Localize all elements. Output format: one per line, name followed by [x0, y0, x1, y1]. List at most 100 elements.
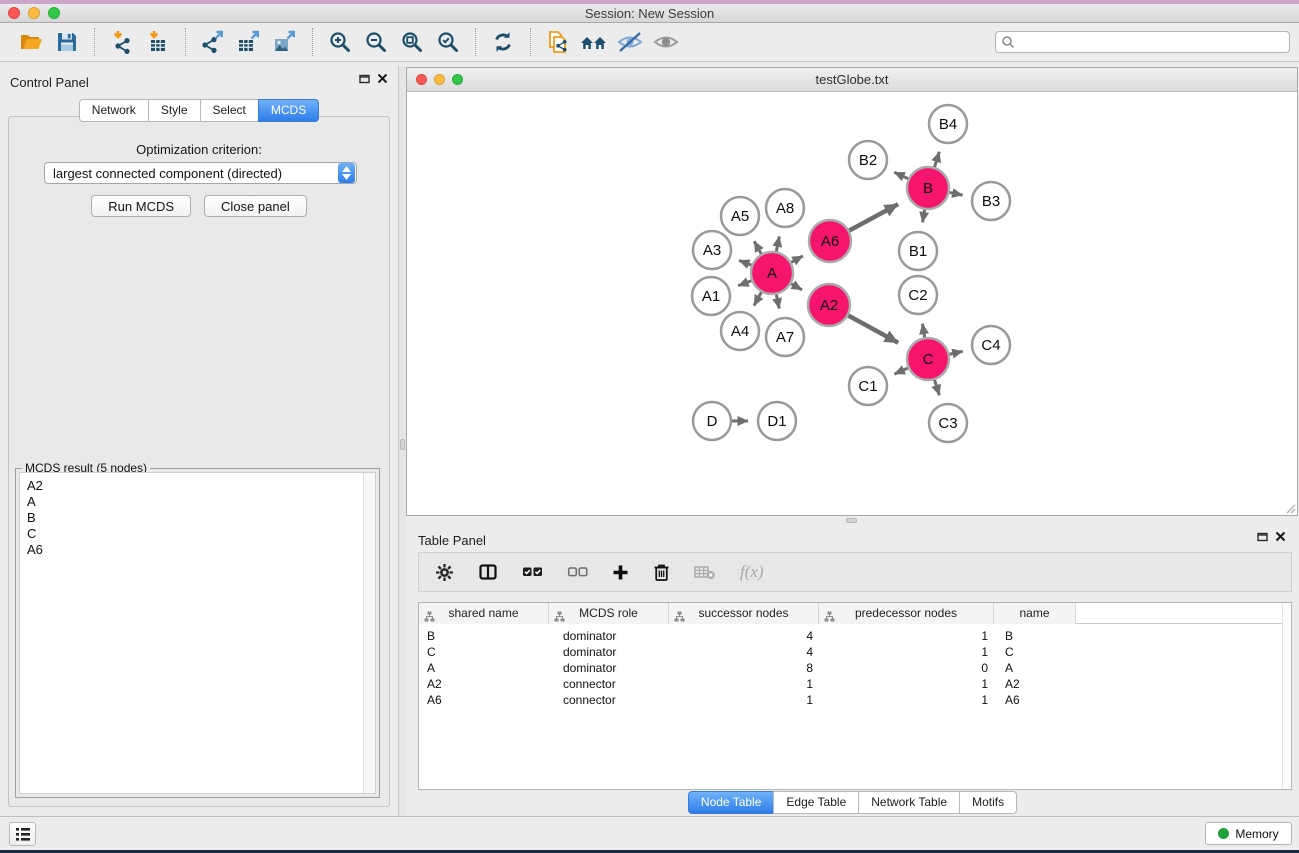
node-C4[interactable]: C4: [972, 326, 1010, 364]
hide-selected-button[interactable]: [612, 26, 648, 58]
tab-edge-table[interactable]: Edge Table: [773, 791, 859, 814]
edge-A-A2[interactable]: [791, 284, 802, 290]
node-B1[interactable]: B1: [899, 232, 937, 270]
zoom-fit-button[interactable]: [394, 26, 430, 58]
save-session-button[interactable]: [49, 26, 85, 58]
vertical-split-divider[interactable]: [399, 66, 406, 816]
zoom-selected-button[interactable]: [430, 26, 466, 58]
edge-A2-C[interactable]: [848, 316, 898, 343]
cell-predecessor-nodes[interactable]: 1: [819, 692, 994, 708]
divider-grabber[interactable]: [400, 439, 405, 450]
edge-B-B4[interactable]: [935, 152, 940, 167]
edge-A-A8[interactable]: [776, 236, 779, 251]
tab-network-table[interactable]: Network Table: [858, 791, 960, 814]
horizontal-split-divider[interactable]: [406, 516, 1299, 524]
network-canvas[interactable]: B4B2BB3B1A5A8A3A6AA1C2A4A7A2CC4C1C3DD1: [407, 92, 1297, 515]
search-input[interactable]: [1015, 33, 1289, 51]
cell-predecessor-nodes[interactable]: 0: [819, 660, 994, 676]
zoom-in-button[interactable]: [322, 26, 358, 58]
edge-B-B3[interactable]: [950, 192, 963, 195]
cell-successor-nodes[interactable]: 1: [669, 676, 819, 692]
edge-A-A6[interactable]: [791, 256, 803, 262]
table-row[interactable]: Bdominator41B: [419, 628, 1291, 644]
result-list-item[interactable]: C: [27, 526, 375, 542]
cell-MCDS-role[interactable]: dominator: [549, 644, 669, 660]
edge-C-C1[interactable]: [894, 368, 907, 374]
cell-MCDS-role[interactable]: dominator: [549, 628, 669, 644]
table-row[interactable]: A6connector11A6: [419, 692, 1291, 708]
table-row[interactable]: Adominator80A: [419, 660, 1291, 676]
edge-B-B2[interactable]: [894, 172, 908, 178]
node-A[interactable]: A: [751, 252, 793, 294]
result-list-item[interactable]: A2: [27, 478, 375, 494]
node-C1[interactable]: C1: [849, 367, 887, 405]
node-A5[interactable]: A5: [721, 197, 759, 235]
tab-select[interactable]: Select: [200, 99, 259, 122]
zoom-out-button[interactable]: [358, 26, 394, 58]
cell-successor-nodes[interactable]: 1: [669, 692, 819, 708]
import-network-button[interactable]: [104, 26, 140, 58]
tab-motifs[interactable]: Motifs: [959, 791, 1017, 814]
node-B4[interactable]: B4: [929, 105, 967, 143]
close-panel-icon[interactable]: [377, 73, 388, 84]
node-C2[interactable]: C2: [899, 276, 937, 314]
cell-shared-name[interactable]: A6: [419, 692, 549, 708]
cell-predecessor-nodes[interactable]: 1: [819, 644, 994, 660]
refresh-layout-button[interactable]: [485, 26, 521, 58]
cell-predecessor-nodes[interactable]: 1: [819, 628, 994, 644]
node-A2[interactable]: A2: [808, 284, 850, 326]
cell-successor-nodes[interactable]: 4: [669, 628, 819, 644]
edge-A6-B[interactable]: [849, 204, 898, 230]
columns-button[interactable]: [478, 558, 498, 586]
delete-row-button[interactable]: [653, 558, 670, 586]
node-A3[interactable]: A3: [693, 231, 731, 269]
column-header-successor-nodes[interactable]: successor nodes: [669, 603, 819, 624]
show-all-button[interactable]: [648, 26, 684, 58]
run-mcds-button[interactable]: Run MCDS: [91, 195, 191, 217]
node-A4[interactable]: A4: [721, 312, 759, 350]
result-list-scrollbar[interactable]: [363, 473, 375, 793]
node-A1[interactable]: A1: [692, 277, 730, 315]
result-list-item[interactable]: A6: [27, 542, 375, 558]
memory-button[interactable]: Memory: [1205, 822, 1292, 845]
tab-network[interactable]: Network: [79, 99, 149, 122]
cell-shared-name[interactable]: C: [419, 644, 549, 660]
edge-C-C2[interactable]: [922, 324, 924, 338]
node-A7[interactable]: A7: [766, 318, 804, 356]
deselect-all-button[interactable]: [567, 558, 588, 586]
cell-name[interactable]: A: [994, 660, 1076, 676]
cell-name[interactable]: A6: [994, 692, 1076, 708]
cell-name[interactable]: A2: [994, 676, 1076, 692]
edge-A-A4[interactable]: [754, 292, 761, 305]
add-row-button[interactable]: [612, 558, 629, 586]
edge-A-A1[interactable]: [738, 281, 751, 286]
cell-shared-name[interactable]: A: [419, 660, 549, 676]
node-C3[interactable]: C3: [929, 404, 967, 442]
tab-node-table[interactable]: Node Table: [688, 791, 775, 814]
search-field[interactable]: [995, 31, 1290, 53]
edge-A-A5[interactable]: [754, 241, 761, 254]
close-panel-icon[interactable]: [1275, 531, 1286, 542]
edge-A-A3[interactable]: [739, 260, 751, 265]
cell-shared-name[interactable]: A2: [419, 676, 549, 692]
edge-A-A7[interactable]: [776, 295, 779, 309]
export-network-button[interactable]: [195, 26, 231, 58]
table-scrollbar[interactable]: [1282, 603, 1291, 789]
import-table-button[interactable]: [140, 26, 176, 58]
export-image-button[interactable]: [267, 26, 303, 58]
close-panel-button[interactable]: Close panel: [204, 195, 307, 217]
cell-MCDS-role[interactable]: dominator: [549, 660, 669, 676]
tab-mcds[interactable]: MCDS: [258, 99, 319, 122]
node-B3[interactable]: B3: [972, 182, 1010, 220]
select-all-button[interactable]: [522, 558, 543, 586]
task-history-button[interactable]: [9, 822, 36, 846]
float-panel-icon[interactable]: [1257, 531, 1268, 542]
cell-MCDS-role[interactable]: connector: [549, 676, 669, 692]
resize-grip-icon[interactable]: [1284, 502, 1296, 514]
column-header-MCDS-role[interactable]: MCDS role: [549, 603, 669, 624]
node-D1[interactable]: D1: [758, 402, 796, 440]
cell-predecessor-nodes[interactable]: 1: [819, 676, 994, 692]
column-header-shared-name[interactable]: shared name: [419, 603, 549, 624]
node-D[interactable]: D: [693, 402, 731, 440]
cell-MCDS-role[interactable]: connector: [549, 692, 669, 708]
